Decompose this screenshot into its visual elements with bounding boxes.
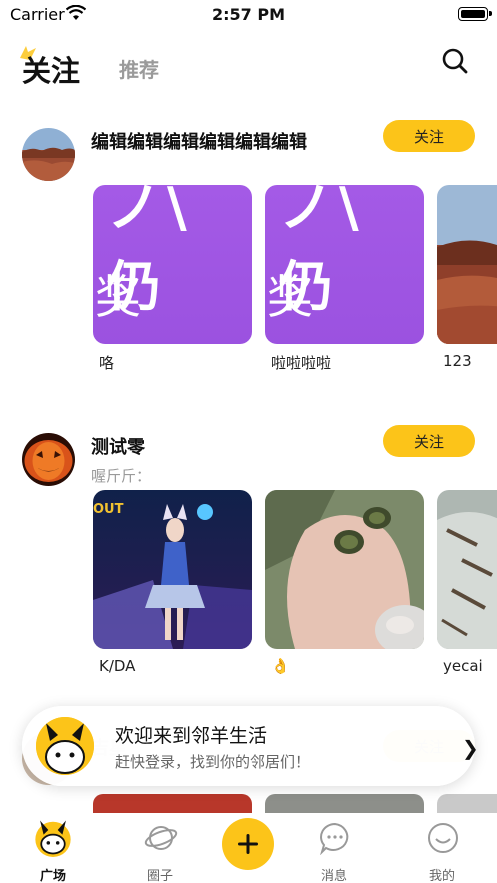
media-thumbnail[interactable]: ノ\ 仍 奖 xyxy=(93,185,252,344)
search-icon[interactable] xyxy=(440,46,470,76)
media-thumbnail[interactable] xyxy=(265,490,424,649)
media-caption: yecai xyxy=(443,657,483,675)
chevron-right-icon[interactable]: ❯ xyxy=(462,736,479,760)
media-thumbnail[interactable]: OUT xyxy=(93,490,252,649)
media-caption: 👌 xyxy=(271,657,290,675)
media-caption: 咯 xyxy=(99,354,115,372)
battery-icon xyxy=(458,7,492,21)
tab-label: 我的 xyxy=(428,869,455,883)
post-text: 喔斤斤： xyxy=(91,467,152,485)
goat-mascot-icon xyxy=(35,820,71,857)
media-thumbnail[interactable] xyxy=(437,794,497,814)
media-thumbnail[interactable] xyxy=(437,490,497,649)
bottom-tab-bar: 广场 圈子 消息 我的 xyxy=(0,813,497,883)
media-overlay-text: OUT xyxy=(93,502,124,517)
planet-icon xyxy=(144,826,178,850)
tab-label: 圈子 xyxy=(146,869,173,883)
chat-bubble-icon xyxy=(320,822,349,855)
login-prompt-banner[interactable]: 欢迎来到邻羊生活 赶快登录，找到你的邻居们！ ❯ xyxy=(22,706,479,786)
banner-title: 欢迎来到邻羊生活 xyxy=(115,725,268,747)
status-time: 2:57 PM xyxy=(211,5,285,24)
media-thumbnail[interactable] xyxy=(265,794,424,814)
post-username[interactable]: 测试零 xyxy=(91,433,145,459)
tab-label: 消息 xyxy=(320,869,347,883)
tab-profile[interactable]: 我的 xyxy=(407,813,477,883)
post-media-row: ノ\ 仍 奖 咯 ノ\ 仍 奖 啦啦啦啦 123 xyxy=(93,185,497,385)
tab-messages[interactable]: 消息 xyxy=(299,813,369,883)
tab-label: 广场 xyxy=(39,869,66,883)
tab-recommended[interactable]: 推荐 xyxy=(119,54,159,83)
avatar[interactable] xyxy=(22,433,75,486)
media-caption: K/DA xyxy=(99,657,136,675)
media-caption: 啦啦啦啦 xyxy=(271,354,332,372)
banner-subtitle: 赶快登录，找到你的邻居们！ xyxy=(115,753,311,771)
media-thumbnail[interactable] xyxy=(437,185,497,344)
tab-plaza[interactable]: 广场 xyxy=(18,813,88,883)
tab-following[interactable]: 关注 xyxy=(22,48,80,90)
plus-icon xyxy=(238,834,258,854)
goat-mascot-icon xyxy=(36,717,94,775)
follow-button[interactable]: 关注 xyxy=(383,425,475,457)
status-bar: Carrier 2:57 PM xyxy=(0,0,497,30)
media-caption: 123 xyxy=(443,352,472,370)
smiley-icon xyxy=(428,823,458,853)
tab-circles[interactable]: 圈子 xyxy=(125,813,195,883)
post-media-row: OUT K/DA 👌 yecai xyxy=(93,490,497,690)
post-username[interactable]: 编辑编辑编辑编辑编辑编辑 xyxy=(91,128,307,154)
create-post-button[interactable] xyxy=(222,818,274,870)
top-navigation: 关注 推荐 xyxy=(0,38,497,94)
avatar[interactable] xyxy=(22,128,75,181)
media-thumbnail[interactable]: ノ\ 仍 奖 xyxy=(265,185,424,344)
follow-button[interactable]: 关注 xyxy=(383,120,475,152)
media-thumbnail[interactable] xyxy=(93,794,252,814)
